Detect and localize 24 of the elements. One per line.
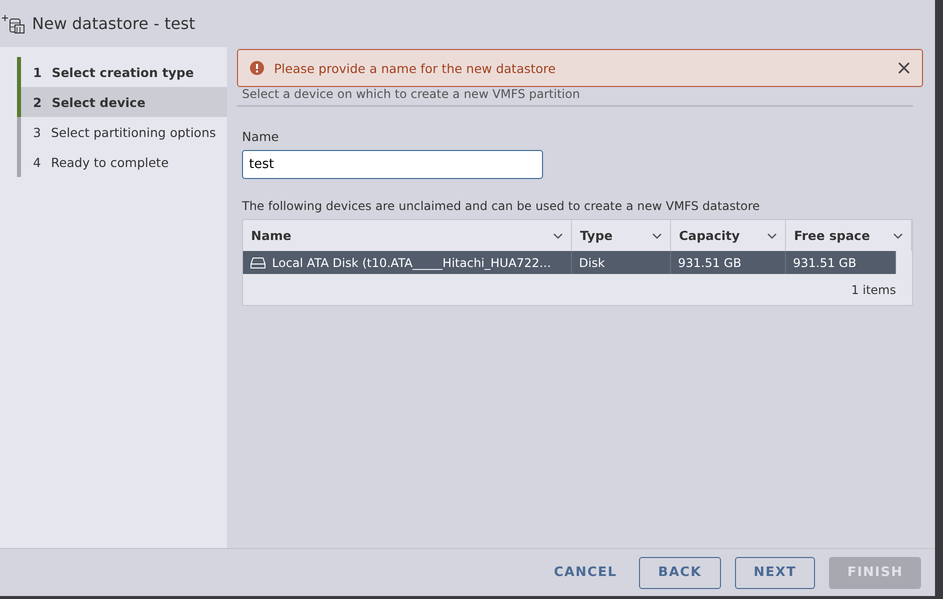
window-title: New datastore - test [32,14,196,33]
caret-icon[interactable] [893,232,903,238]
caret-icon[interactable] [767,232,777,238]
table-cell: Local ATA Disk (t10.ATA_____Hitachi_HUA722... [272,256,551,270]
error-icon [250,61,264,75]
wizard-button[interactable]: BACK [639,556,721,588]
field-label: Name [242,129,280,144]
caret-icon[interactable] [652,232,662,238]
wizard-step[interactable]: 4 Ready to complete [17,147,227,177]
close-button[interactable] [898,62,910,74]
wizard-step[interactable]: 2 Select device [17,87,227,117]
name-input[interactable]: test [242,150,543,179]
table-cell: 931.51 GB [793,256,856,270]
devices-description: The following devices are unclaimed and can be used to create a new VMFS datastore [242,199,761,213]
caret-icon[interactable] [553,232,563,238]
section-description: Select a device on which to create a new VMFS partition [237,87,913,107]
wizard-button[interactable]: CANCEL [546,556,626,588]
alert-message: Please provide a name for the new datastore [274,60,557,76]
table-cell: 931.51 GB [678,256,742,270]
device-row[interactable]: Local ATA Disk (t10.ATA_____Hitachi_HUA722... Disk 931.51 GB 931.51 GB [243,251,896,274]
table-cell: Disk [579,256,605,270]
wizard-button[interactable]: NEXT [734,556,816,588]
wizard-step[interactable]: 3 Select partitioning options [17,117,227,147]
item-count: 1 items [851,282,896,296]
